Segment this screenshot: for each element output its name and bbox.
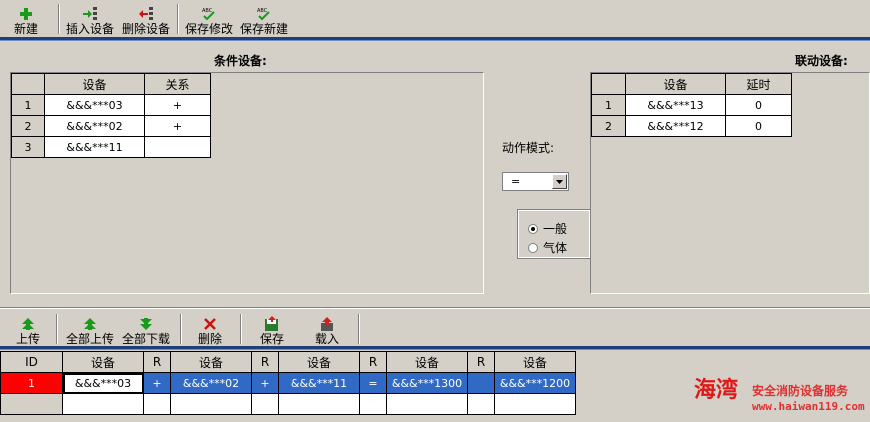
download-all-button[interactable]: 全部下载 — [122, 312, 170, 346]
close-icon — [202, 316, 218, 332]
header-device: 设备 — [625, 73, 726, 95]
spellcheck-icon: ABC — [256, 6, 272, 22]
bottom-toolbar: 上传 全部上传 全部下载 删除 保存 载入 — [0, 310, 870, 346]
table-row[interactable] — [0, 393, 576, 415]
load-button[interactable]: 载入 — [315, 312, 339, 346]
toolbar-separator — [240, 314, 242, 344]
header-device: 设备 — [386, 351, 468, 373]
divider-bar — [0, 346, 870, 350]
spellcheck-icon: ABC — [201, 6, 217, 22]
save-edit-button[interactable]: ABC 保存修改 — [185, 2, 233, 36]
toolbar-separator — [177, 4, 179, 34]
header-device: 设备 — [62, 351, 144, 373]
header-r: R — [143, 351, 171, 373]
table-row[interactable]: 2 &&&***02 + — [11, 115, 211, 137]
chevron-down-icon[interactable] — [552, 174, 567, 189]
linkage-table: 设备 延时 1 &&&***13 0 2 &&&***12 0 — [591, 73, 792, 137]
new-button[interactable]: 新建 — [14, 2, 38, 36]
table-row[interactable]: 3 &&&***11 — [11, 136, 211, 158]
svg-text:ABC: ABC — [202, 8, 213, 14]
radio-checked-icon[interactable] — [528, 223, 538, 234]
condition-title: 条件设备: — [214, 54, 267, 68]
header-device: 设备 — [170, 351, 252, 373]
condition-table: 设备 关系 1 &&&***03 + 2 &&&***02 + 3 &&&***… — [11, 73, 211, 158]
action-mode-label: 动作模式: — [502, 141, 555, 155]
linkage-title: 联动设备: — [795, 54, 848, 68]
save-new-button[interactable]: ABC 保存新建 — [240, 2, 288, 36]
arrow-down-all-icon — [138, 316, 154, 332]
save-button[interactable]: 保存 — [260, 312, 284, 346]
toolbar-separator — [58, 4, 60, 34]
upload-button[interactable]: 上传 — [16, 312, 40, 346]
delete-row-icon — [138, 6, 154, 22]
table-row[interactable]: 1 &&&***13 0 — [591, 94, 792, 116]
table-row[interactable]: 1 &&&***03 + — [11, 94, 211, 116]
watermark-url: www.haiwan119.com — [752, 400, 865, 413]
toolbar-separator — [56, 314, 58, 344]
arrow-up-icon — [20, 316, 36, 332]
divider-bar — [0, 37, 870, 41]
header-r: R — [251, 351, 279, 373]
insert-device-button[interactable]: 插入设备 — [66, 2, 114, 36]
delete-button[interactable]: 删除 — [198, 312, 222, 346]
plus-icon — [18, 6, 34, 22]
corner-cell — [11, 73, 45, 95]
header-delay: 延时 — [725, 73, 792, 95]
delete-device-button[interactable]: 删除设备 — [122, 2, 170, 36]
radio-general[interactable]: 一般 — [528, 220, 567, 237]
svg-text:ABC: ABC — [257, 8, 268, 14]
corner-cell — [591, 73, 626, 95]
radio-gas[interactable]: 气体 — [528, 239, 567, 256]
save-icon — [264, 316, 280, 332]
header-device: 设备 — [494, 351, 576, 373]
rule-table: ID 设备 R 设备 R 设备 R 设备 R 设备 1 &&&***03 + &… — [0, 351, 576, 415]
table-row[interactable]: 2 &&&***12 0 — [591, 115, 792, 137]
action-mode-select[interactable]: = — [502, 172, 569, 191]
header-id: ID — [0, 351, 63, 373]
watermark-tagline: 安全消防设备服务 — [752, 384, 849, 398]
upload-all-button[interactable]: 全部上传 — [66, 312, 114, 346]
toolbar-separator — [358, 314, 360, 344]
panel-separator — [0, 307, 870, 309]
header-device: 设备 — [278, 351, 360, 373]
top-toolbar: 新建 插入设备 删除设备 ABC 保存修改 ABC 保存新建 — [0, 0, 870, 36]
insert-row-icon — [82, 6, 98, 22]
header-r: R — [359, 351, 387, 373]
watermark-brand: 海湾 — [694, 378, 739, 403]
header-r: R — [467, 351, 495, 373]
header-device: 设备 — [44, 73, 145, 95]
arrow-up-all-icon — [82, 316, 98, 332]
header-relation: 关系 — [144, 73, 211, 95]
radio-unchecked-icon[interactable] — [528, 242, 538, 253]
load-icon — [319, 316, 335, 332]
toolbar-separator — [180, 314, 182, 344]
table-row[interactable]: 1 &&&***03 + &&&***02 + &&&***11 = &&&**… — [0, 372, 576, 394]
